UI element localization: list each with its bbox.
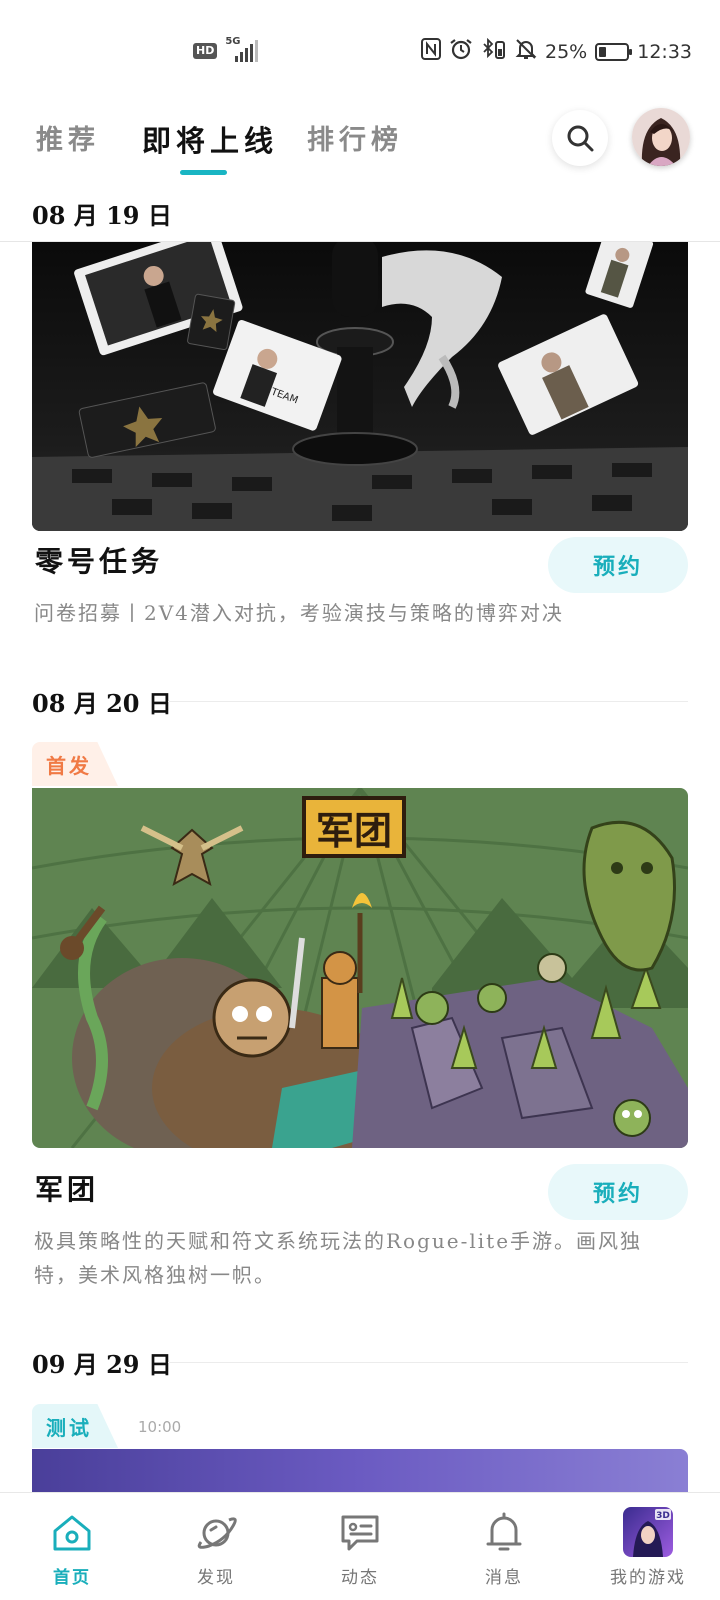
divider [168, 701, 688, 702]
nav-messages[interactable]: 消息 [432, 1493, 576, 1600]
status-right: 25% 12:33 [421, 37, 692, 65]
avatar[interactable] [632, 108, 690, 166]
test-time: 10:00 [138, 1418, 182, 1436]
bell-icon [482, 1511, 526, 1555]
game-title[interactable]: 零号任务 [35, 540, 163, 580]
game-description: 极具策略性的天赋和符文系统玩法的Rogue-lite手游。画风独特，美术风格独树… [34, 1229, 643, 1287]
mute-icon [515, 38, 537, 65]
reserve-button[interactable]: 预约 [548, 1164, 688, 1220]
search-button[interactable] [552, 110, 608, 166]
nav-my-games[interactable]: 3D 我的游戏 [576, 1493, 720, 1600]
game-banner-legion[interactable]: 军团 [32, 788, 688, 1148]
test-tag: 测试 [32, 1404, 118, 1448]
badge-3d: 3D [656, 1511, 670, 1521]
status-left: HD 5G [193, 36, 259, 62]
chat-icon [338, 1511, 382, 1555]
nav-label: 首页 [53, 1568, 91, 1588]
screen: HD 5G 25% 12:33 推荐 即将上线 排行榜 08 月 19 日 TE… [0, 0, 720, 1600]
nfc-icon [421, 38, 441, 65]
section-date: 08 月 20 日 [32, 689, 172, 718]
game-thumbnail: 3D [623, 1507, 673, 1557]
bottom-navigation: 首页 发现 动态 消息 3D 我的游戏 [0, 1492, 720, 1600]
tab-ranking[interactable]: 排行榜 [307, 118, 403, 157]
section-date: 09 月 29 日 [32, 1350, 172, 1379]
search-icon [567, 125, 594, 152]
nav-label: 动态 [341, 1568, 379, 1588]
battery-icon [595, 42, 633, 61]
date-row: 09 月 29 日 [0, 1341, 720, 1381]
game-banner-zero[interactable]: TEAM [32, 237, 688, 531]
nav-discover[interactable]: 发现 [144, 1493, 288, 1600]
divider [168, 1362, 688, 1363]
nav-home[interactable]: 首页 [0, 1493, 144, 1600]
game-title[interactable]: 军团 [35, 1168, 99, 1208]
active-tab-indicator [180, 170, 227, 175]
bluetooth-battery-icon [481, 37, 507, 65]
network-type: 5G [225, 36, 241, 47]
signal-icon: 5G [225, 36, 259, 62]
sticky-date-header: 08 月 19 日 [0, 184, 720, 242]
reserve-button[interactable]: 预约 [548, 537, 688, 593]
tab-recommend[interactable]: 推荐 [36, 118, 100, 157]
tab-upcoming[interactable]: 即将上线 [142, 118, 278, 160]
home-icon [50, 1511, 94, 1555]
status-bar: HD 5G 25% 12:33 [0, 0, 720, 90]
battery-percent: 25% [545, 40, 588, 63]
nav-label: 我的游戏 [610, 1568, 686, 1588]
game-description: 问卷招募丨2V4潜入对抗，考验演技与策略的博弈对决 [34, 601, 564, 625]
date-row: 08 月 20 日 [0, 680, 720, 720]
hd-badge: HD [193, 43, 218, 59]
first-release-tag: 首发 [32, 742, 118, 786]
nav-label: 消息 [485, 1568, 523, 1588]
nav-label: 发现 [197, 1568, 235, 1588]
banner-logo: 军团 [316, 808, 392, 853]
alarm-icon [449, 38, 473, 65]
clock: 12:33 [637, 40, 692, 63]
section-date: 08 月 19 日 [32, 201, 172, 230]
nav-feed[interactable]: 动态 [288, 1493, 432, 1600]
top-tabs: 推荐 即将上线 排行榜 [0, 100, 720, 180]
planet-icon [194, 1511, 238, 1555]
